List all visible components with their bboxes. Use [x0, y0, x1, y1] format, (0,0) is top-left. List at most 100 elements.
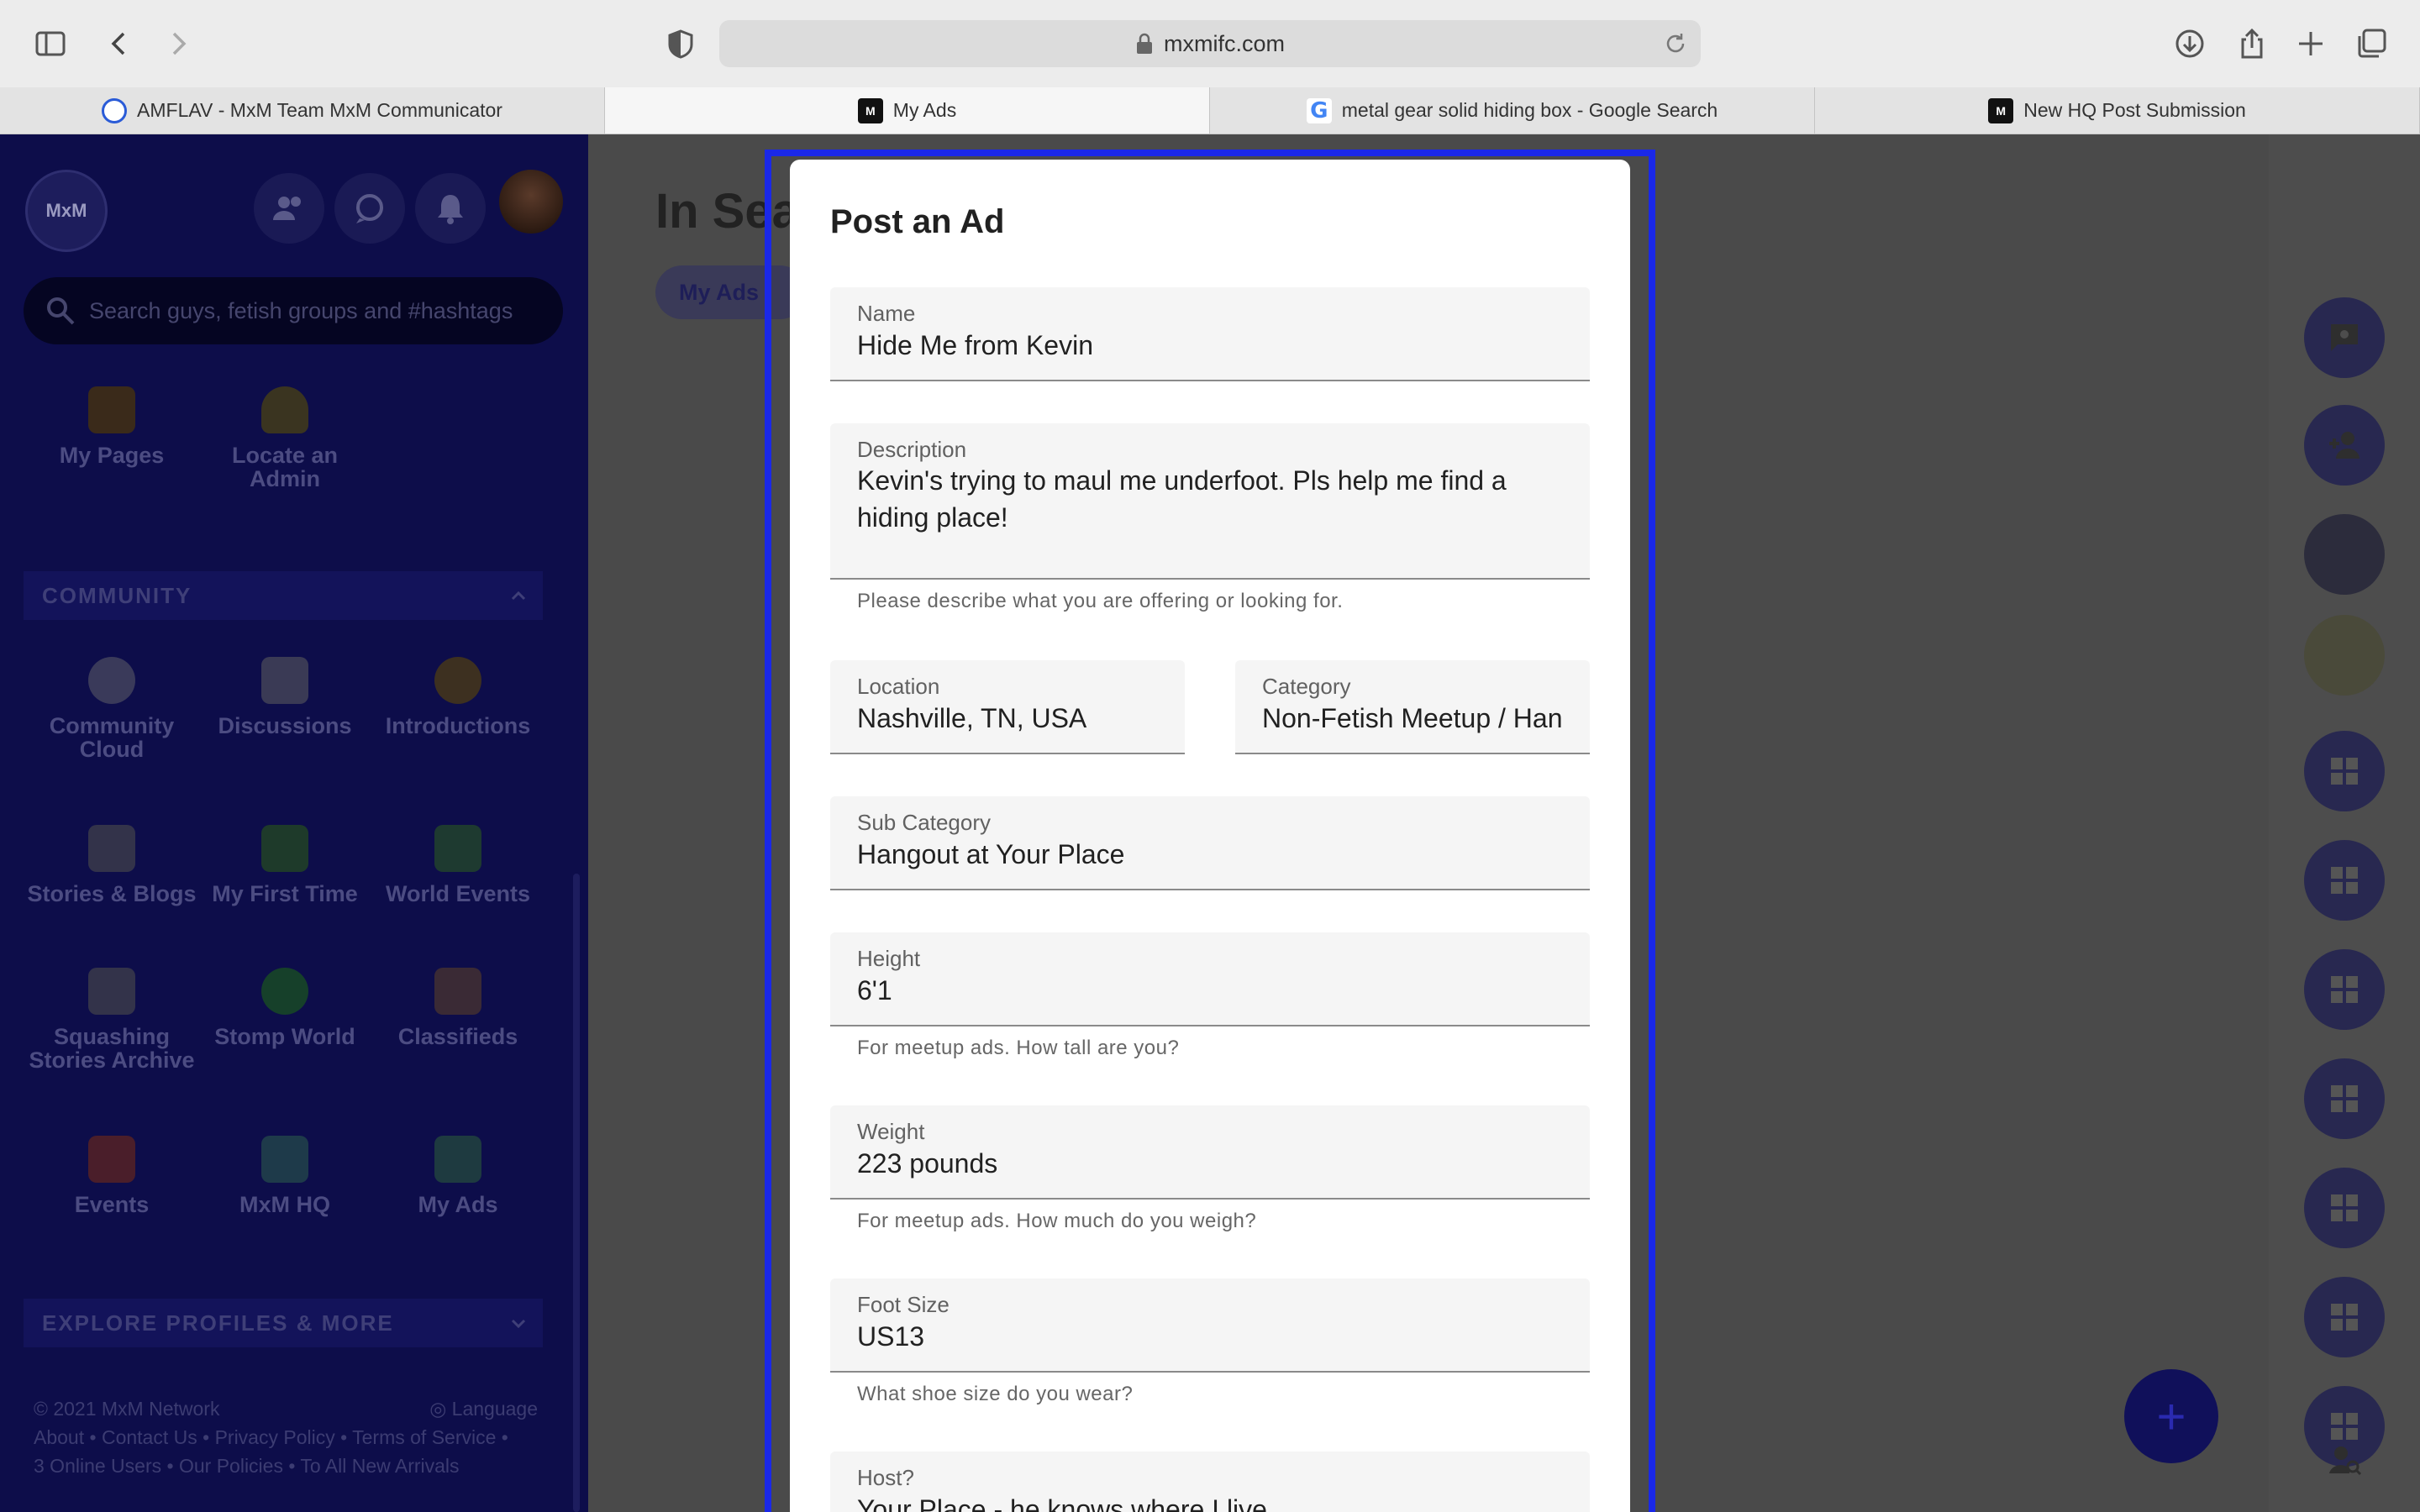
language-link[interactable]: ◎ Language: [429, 1394, 538, 1423]
sidebar-scrollbar[interactable]: [573, 874, 580, 1512]
field-value: Nashville, TN, USA: [857, 703, 1087, 733]
nav-discussions[interactable]: Discussions: [197, 657, 373, 738]
new-tab-icon[interactable]: [2289, 22, 2333, 66]
online-users[interactable]: 3 Online Users: [34, 1455, 161, 1477]
discussions-icon: [261, 657, 308, 704]
language-label: Language: [451, 1398, 538, 1420]
community-section-header[interactable]: COMMUNITY: [24, 571, 543, 620]
footer-link-about[interactable]: About: [34, 1426, 84, 1448]
group-rail-button[interactable]: [2304, 1277, 2385, 1357]
nav-my-first-time[interactable]: My First Time: [197, 825, 373, 906]
nav-stories-blogs[interactable]: Stories & Blogs: [24, 825, 200, 906]
chevron-down-icon: [511, 1319, 526, 1329]
nav-mxm-hq[interactable]: MxM HQ: [197, 1136, 373, 1216]
name-field[interactable]: Name Hide Me from Kevin: [830, 287, 1590, 381]
nav-label: Introductions: [385, 713, 531, 738]
friends-icon[interactable]: [254, 173, 324, 244]
browser-toolbar: mxmifc.com: [0, 0, 2420, 87]
foot-size-field[interactable]: Foot Size US13: [830, 1278, 1590, 1373]
contact-photo[interactable]: [2304, 514, 2385, 595]
explore-section-header[interactable]: EXPLORE PROFILES & MORE: [24, 1299, 543, 1347]
mxm-favicon-icon: M: [1988, 97, 2014, 123]
tab-my-ads[interactable]: M My Ads: [605, 87, 1210, 134]
sub-category-select[interactable]: Sub Category Hangout at Your Place: [830, 796, 1590, 890]
sidebar-toggle-icon[interactable]: [29, 22, 72, 66]
site-logo[interactable]: MxM: [25, 170, 108, 252]
group-rail-button[interactable]: [2304, 949, 2385, 1030]
notifications-bell-icon[interactable]: [415, 173, 486, 244]
books-icon: [88, 825, 135, 872]
nav-world-events[interactable]: World Events: [370, 825, 546, 906]
privacy-shield-icon[interactable]: [659, 22, 702, 66]
page: MxM Search guys, fetish groups and #hash…: [0, 134, 2420, 1512]
tab-amflav[interactable]: AMFLAV - MxM Team MxM Communicator: [0, 87, 605, 134]
share-icon[interactable]: [2230, 22, 2274, 66]
foot-size-hint: What shoe size do you wear?: [857, 1383, 1134, 1405]
field-label: Sub Category: [857, 810, 991, 835]
group-rail-button[interactable]: [2304, 731, 2385, 811]
field-value: 6'1: [857, 975, 892, 1005]
nav-my-ads[interactable]: My Ads: [370, 1136, 546, 1216]
category-select[interactable]: Category Non-Fetish Meetup / Hangout: [1235, 660, 1590, 754]
nav-classifieds[interactable]: Classifieds: [370, 968, 546, 1048]
footer-link-terms[interactable]: Terms of Service: [352, 1426, 496, 1448]
description-field[interactable]: Description Kevin's trying to maul me un…: [830, 423, 1590, 580]
grid-icon: [2331, 867, 2358, 894]
add-friend-rail-button[interactable]: [2304, 405, 2385, 486]
group-rail-button[interactable]: [2304, 1058, 2385, 1139]
nav-squashing-stories[interactable]: Squashing Stories Archive: [24, 968, 200, 1072]
shopping-bag-icon: [434, 1136, 481, 1183]
tab-google-search[interactable]: G metal gear solid hiding box - Google S…: [1210, 87, 1815, 134]
nav-label: Locate an Admin: [231, 443, 339, 491]
tab-overview-icon[interactable]: [2349, 22, 2393, 66]
chat-settings-icon: [2331, 324, 2358, 351]
reload-icon[interactable]: [1662, 30, 1689, 57]
user-avatar[interactable]: [499, 170, 563, 234]
tab-label: metal gear solid hiding box - Google Sea…: [1341, 99, 1718, 121]
footer-link-privacy[interactable]: Privacy Policy: [215, 1426, 335, 1448]
address-bar[interactable]: mxmifc.com: [719, 20, 1701, 67]
field-value: Hangout at Your Place: [857, 839, 1125, 869]
sidebar: MxM Search guys, fetish groups and #hash…: [0, 134, 588, 1512]
nav-community-cloud[interactable]: Community Cloud: [24, 657, 200, 761]
footer-link-policies[interactable]: Our Policies: [179, 1455, 283, 1477]
grid-icon: [2331, 1304, 2358, 1331]
sidebar-search-input[interactable]: Search guys, fetish groups and #hashtags: [24, 277, 563, 344]
nav-my-pages[interactable]: My Pages: [24, 386, 200, 467]
field-value: 223 pounds: [857, 1148, 998, 1179]
description-hint: Please describe what you are offering or…: [857, 590, 1344, 612]
field-label: Host?: [857, 1465, 914, 1490]
footer-link-new-arrivals[interactable]: To All New Arrivals: [300, 1455, 459, 1477]
contact-photo[interactable]: [2304, 615, 2385, 696]
host-select[interactable]: Host? Your Place - he knows where I live: [830, 1452, 1590, 1512]
field-value: Hide Me from Kevin: [857, 330, 1093, 360]
nav-label: Classifieds: [397, 1024, 518, 1049]
footer-link-contact[interactable]: Contact Us: [102, 1426, 197, 1448]
weight-field[interactable]: Weight 223 pounds: [830, 1105, 1590, 1200]
add-post-fab[interactable]: +: [2124, 1369, 2218, 1463]
admin-badge-icon: [261, 386, 308, 433]
tab-hq-post[interactable]: M New HQ Post Submission: [1815, 87, 2420, 134]
nav-stomp-world[interactable]: Stomp World: [197, 968, 373, 1048]
group-rail-button[interactable]: [2304, 1168, 2385, 1248]
location-field[interactable]: Location Nashville, TN, USA: [830, 660, 1185, 754]
nav-locate-admin[interactable]: Locate an Admin: [197, 386, 373, 491]
chat-rail-button[interactable]: [2304, 297, 2385, 378]
nav-label: Stories & Blogs: [27, 881, 197, 906]
messages-icon[interactable]: [334, 173, 405, 244]
back-icon[interactable]: [97, 22, 141, 66]
forward-icon[interactable]: [156, 22, 200, 66]
group-rail-button[interactable]: [2304, 840, 2385, 921]
nav-introductions[interactable]: Introductions: [370, 657, 546, 738]
url-text: mxmifc.com: [1164, 30, 1285, 56]
field-label: Foot Size: [857, 1292, 950, 1317]
chevron-up-icon: [511, 591, 526, 601]
downloads-icon[interactable]: [2168, 22, 2212, 66]
height-field[interactable]: Height 6'1: [830, 932, 1590, 1026]
nav-events[interactable]: Events: [24, 1136, 200, 1216]
nav-label: Squashing Stories Archive: [29, 1024, 195, 1073]
find-people-rail-button[interactable]: [2304, 1420, 2385, 1500]
lock-icon: [1137, 33, 1152, 54]
field-label: Location: [857, 674, 940, 699]
mxm-favicon-icon: M: [857, 97, 883, 123]
